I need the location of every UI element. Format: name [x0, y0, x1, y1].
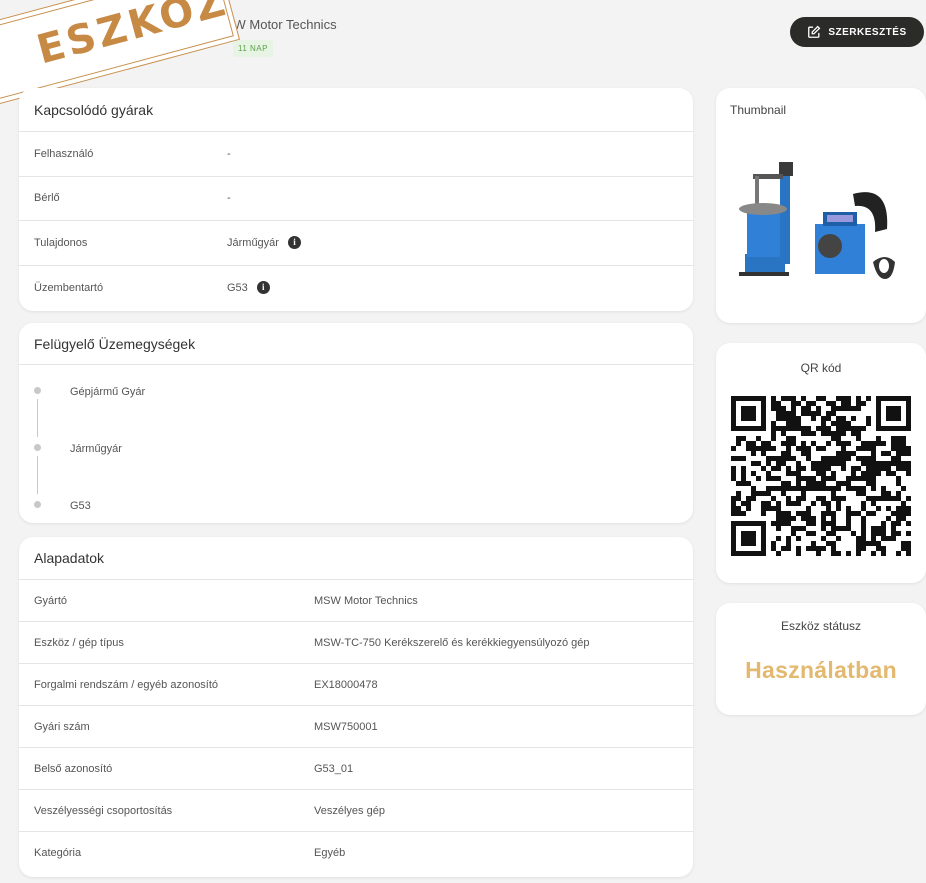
row-label: Üzembentartó	[34, 281, 104, 294]
basic-row: Veszélyességi csoportosítás Veszélyes gé…	[19, 790, 693, 832]
row-value: Járműgyár	[227, 236, 279, 249]
timeline-dot	[34, 387, 41, 394]
row-label: Gyártó	[34, 594, 68, 607]
thumbnail-card: Thumbnail	[716, 88, 926, 323]
status-card: Eszköz státusz Használatban	[716, 603, 926, 715]
row-value: EX18000478	[314, 678, 378, 691]
related-row: Felhasználó -	[19, 132, 693, 177]
qr-title: QR kód	[800, 361, 842, 375]
basic-row: Eszköz / gép típus MSW-TC-750 Kerékszere…	[19, 622, 693, 664]
timeline-dot	[34, 444, 41, 451]
row-value: -	[227, 192, 231, 205]
edit-button[interactable]: SZERKESZTÉS	[790, 17, 924, 47]
row-value: MSW750001	[314, 720, 378, 733]
machine-thumbnail-image[interactable]	[735, 154, 905, 294]
basic-row: Kategória Egyéb	[19, 832, 693, 874]
related-row: Tulajdonos Járműgyár i	[19, 221, 693, 266]
basic-row: Forgalmi rendszám / egyéb azonosító EX18…	[19, 664, 693, 706]
row-label: Felhasználó	[34, 147, 94, 160]
row-label: Kategória	[34, 847, 82, 859]
timeline-connector	[37, 456, 38, 494]
basic-data-card: Alapadatok Gyártó MSW Motor Technics Esz…	[19, 537, 693, 877]
related-row: Üzembentartó G53 i	[19, 266, 693, 311]
thumbnail-title: Thumbnail	[730, 103, 787, 117]
related-factories-card: Kapcsolódó gyárak Felhasználó - Bérlő - …	[19, 88, 693, 311]
row-value: -	[227, 147, 231, 160]
info-icon[interactable]: i	[256, 281, 270, 295]
basic-row: Gyártó MSW Motor Technics	[19, 580, 693, 622]
edit-button-label: SZERKESZTÉS	[828, 26, 907, 38]
qr-card: QR kód	[716, 343, 926, 583]
supervising-units-title: Felügyelő Üzemegységek	[19, 323, 693, 365]
row-label: Eszköz / gép típus	[34, 636, 124, 649]
row-value: G53	[227, 281, 248, 294]
status-title: Eszköz státusz	[780, 619, 862, 633]
timeline-item: G53	[19, 499, 693, 519]
row-value: MSW-TC-750 Kerékszerelő és kerékkiegyens…	[314, 636, 590, 649]
supervising-units-card: Felügyelő Üzemegységek Gépjármű Gyár Jár…	[19, 323, 693, 523]
basic-row: Belső azonosító G53_01	[19, 748, 693, 790]
days-badge: 11 NAP	[233, 40, 273, 57]
timeline-dot	[34, 501, 41, 508]
timeline-label: G53	[70, 500, 91, 512]
edit-icon	[808, 25, 821, 38]
basic-row: Gyári szám MSW750001	[19, 706, 693, 748]
timeline-label: Járműgyár	[70, 443, 122, 455]
row-label: Bérlő	[34, 192, 60, 205]
timeline-label: Gépjármű Gyár	[70, 386, 146, 398]
related-factories-title: Kapcsolódó gyárak	[19, 88, 693, 132]
row-value: MSW Motor Technics	[314, 594, 418, 607]
basic-data-title: Alapadatok	[19, 537, 693, 580]
timeline-item: Gépjármű Gyár	[19, 385, 693, 442]
row-label: Forgalmi rendszám / egyéb azonosító	[34, 678, 219, 691]
row-value: Veszélyes gép	[314, 804, 385, 817]
row-label: Gyári szám	[34, 720, 90, 733]
row-label: Belső azonosító	[34, 762, 113, 775]
row-value: G53_01	[314, 762, 354, 775]
qr-code-image[interactable]	[731, 396, 911, 556]
units-timeline: Gépjármű Gyár Járműgyár G53	[19, 365, 693, 519]
row-label: Veszélyességi csoportosítás	[34, 804, 173, 817]
status-value: Használatban	[745, 657, 897, 683]
info-icon[interactable]: i	[287, 236, 301, 250]
row-label: Tulajdonos	[34, 236, 88, 249]
row-value: Egyéb	[314, 847, 346, 859]
timeline-connector	[37, 399, 38, 437]
timeline-item: Járműgyár	[19, 442, 693, 499]
related-row: Bérlő -	[19, 177, 693, 221]
